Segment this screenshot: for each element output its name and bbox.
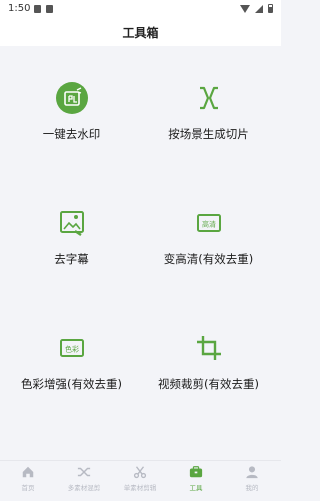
tab-label: 多素材混剪 <box>67 484 101 492</box>
status-time: 1:50 <box>8 3 31 14</box>
hd-icon: 高清 <box>196 214 221 232</box>
scene-slice-icon <box>199 86 218 110</box>
tab-single-edit[interactable]: 单素材剪辑 <box>112 465 168 492</box>
tool-hd[interactable]: 高清 变高清(有效去重) <box>140 207 277 297</box>
tab-home[interactable]: 首页 <box>0 465 56 492</box>
shuffle-icon <box>77 467 91 477</box>
remove-subtitle-icon <box>59 211 84 236</box>
profile-icon <box>246 466 258 479</box>
home-icon <box>22 466 34 478</box>
tool-label: 按场景生成切片 <box>168 127 249 141</box>
tool-crop[interactable]: 视频裁剪(有效去重) <box>140 332 277 422</box>
tab-multi-mix[interactable]: 多素材混剪 <box>56 465 112 492</box>
signal-icon <box>255 4 263 13</box>
tool-scene-slice[interactable]: 按场景生成切片 <box>140 82 277 172</box>
battery-icon <box>268 4 273 13</box>
status-bar: 1:50 <box>0 0 281 20</box>
tool-label: 去字幕 <box>54 252 89 266</box>
color-icon-text: 色彩 <box>65 345 79 354</box>
app-header: 工具箱 <box>0 20 281 46</box>
remove-watermark-icon <box>55 82 88 114</box>
tool-label: 色彩增强(有效去重) <box>21 377 122 391</box>
tab-profile[interactable]: 我的 <box>224 465 280 492</box>
tab-label: 我的 <box>245 484 259 492</box>
tool-color-enhance[interactable]: 色彩 色彩增强(有效去重) <box>3 332 140 422</box>
tab-label: 工具 <box>189 484 203 492</box>
tab-tools[interactable]: 工具 <box>168 465 224 492</box>
tab-label: 首页 <box>21 484 35 492</box>
page-title: 工具箱 <box>122 26 159 40</box>
tool-remove-subtitle[interactable]: 去字幕 <box>3 207 140 297</box>
notification-icons <box>34 5 53 13</box>
color-enhance-icon: 色彩 <box>59 339 84 357</box>
scissors-icon <box>133 466 147 479</box>
hd-icon-text: 高清 <box>202 220 216 229</box>
tab-label: 单素材剪辑 <box>123 484 157 492</box>
tool-label: 视频裁剪(有效去重) <box>158 377 259 391</box>
tool-remove-watermark[interactable]: 一键去水印 <box>3 82 140 172</box>
notification-icon <box>34 5 41 13</box>
tools-grid: 一键去水印 按场景生成切片 去字幕 高清 变高清(有效去重) 色彩 色彩增强(有… <box>3 49 278 455</box>
crop-icon <box>196 336 221 360</box>
tool-label: 一键去水印 <box>42 127 101 141</box>
notification-icon <box>46 5 53 13</box>
bottom-tab-bar: 首页 多素材混剪 单素材剪辑 工具 我的 <box>0 460 281 501</box>
tool-label: 变高清(有效去重) <box>163 252 254 266</box>
system-icons <box>240 4 273 13</box>
wifi-icon <box>240 4 250 13</box>
toolbox-icon <box>189 466 203 478</box>
